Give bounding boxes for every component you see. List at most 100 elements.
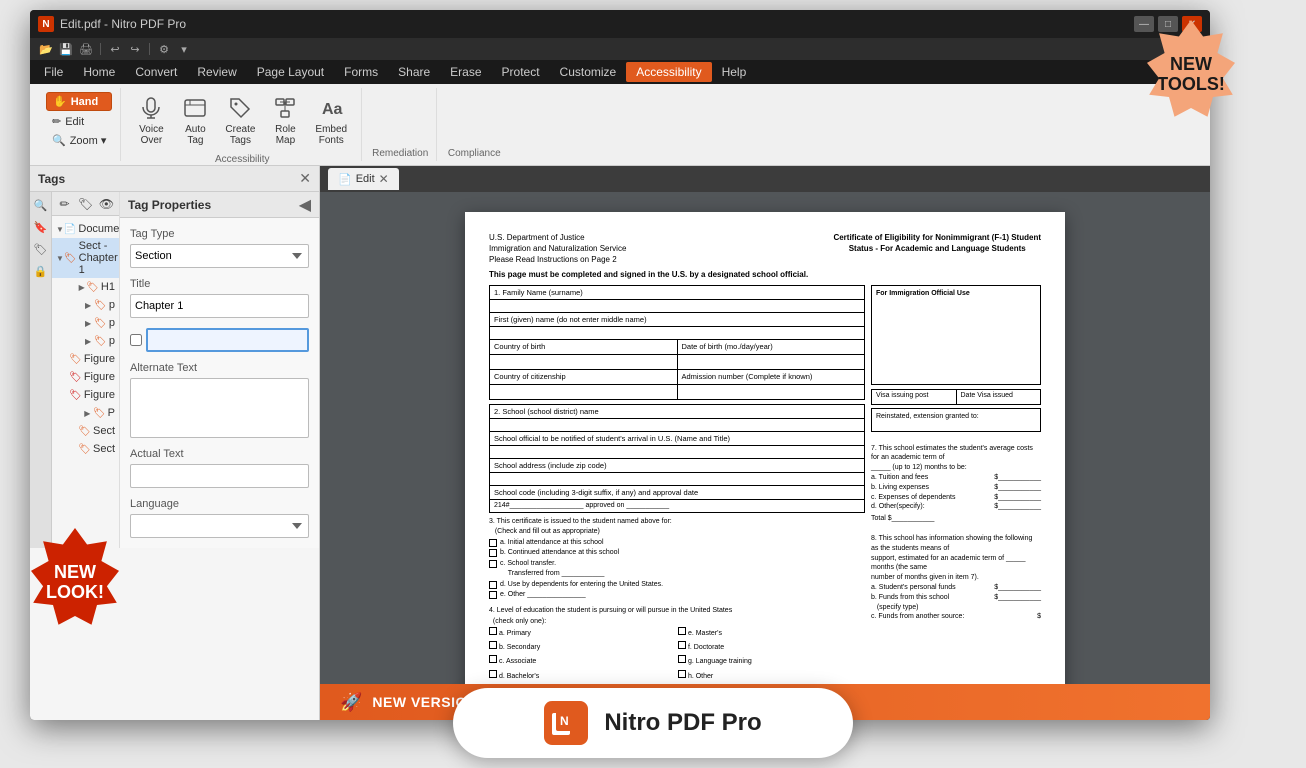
pdf-s8-a: a. Student's personal funds$___________ bbox=[871, 583, 1041, 593]
tree-item-figure3[interactable]: 🏷 Figure bbox=[52, 386, 119, 404]
auto-tag-button[interactable]: AutoTag bbox=[175, 90, 215, 150]
qa-separator-2 bbox=[149, 43, 150, 55]
minimize-button[interactable]: — bbox=[1134, 16, 1154, 32]
voice-over-button[interactable]: VoiceOver bbox=[131, 90, 171, 150]
pdf-header-row: U.S. Department of Justice Immigration a… bbox=[489, 232, 1041, 266]
role-map-icon bbox=[271, 94, 299, 122]
tree-label-figure2: Figure bbox=[84, 371, 115, 383]
tree-item-sect1[interactable]: 🏷 Sect bbox=[52, 422, 119, 440]
menu-convert[interactable]: Convert bbox=[125, 62, 187, 82]
tree-expand-document[interactable]: ▼ bbox=[56, 223, 64, 235]
tag-type-select[interactable]: Section Paragraph Heading Figure bbox=[130, 244, 309, 268]
tags-tool-tag[interactable]: 🏷 bbox=[77, 195, 94, 213]
sidebar-tag-button[interactable]: 🏷 bbox=[32, 240, 50, 258]
pdf-s3-d: d. Use by dependents for entering the Un… bbox=[489, 580, 865, 591]
tree-item-figure2[interactable]: 🏷 Figure bbox=[52, 368, 119, 386]
menu-share[interactable]: Share bbox=[388, 62, 440, 82]
pdf-content[interactable]: U.S. Department of Justice Immigration a… bbox=[320, 192, 1210, 684]
edit-button[interactable]: ✏ Edit bbox=[46, 113, 112, 130]
maximize-button[interactable]: □ bbox=[1158, 16, 1178, 32]
tags-tool-eye[interactable]: 👁 bbox=[98, 195, 115, 213]
menu-home[interactable]: Home bbox=[73, 62, 125, 82]
tree-expand-p1[interactable]: ▶ bbox=[82, 299, 93, 311]
menu-customize[interactable]: Customize bbox=[550, 62, 627, 82]
pdf-admission-label: Admission number (Complete if known) bbox=[678, 370, 865, 384]
pdf-reinstated-box: Reinstated, extension granted to: bbox=[871, 408, 1041, 432]
props-back-button[interactable]: ◀ bbox=[299, 195, 311, 215]
menu-page-layout[interactable]: Page Layout bbox=[247, 62, 334, 82]
tree-item-sect2[interactable]: 🏷 Sect bbox=[52, 440, 119, 458]
pdf-page: U.S. Department of Justice Immigration a… bbox=[465, 212, 1065, 684]
role-map-button[interactable]: RoleMap bbox=[265, 90, 305, 150]
sidebar-magnify-button[interactable]: 🔍 bbox=[32, 196, 50, 214]
tree-item-p4[interactable]: ▶ 🏷 P bbox=[52, 404, 119, 422]
pdf-citizenship-label: Country of citizenship bbox=[490, 370, 678, 384]
tree-item-figure1[interactable]: 🏷 Figure bbox=[52, 350, 119, 368]
tree-item-h1[interactable]: ▶ 🏷 H1 bbox=[52, 278, 119, 296]
alt-text-textarea[interactable] bbox=[130, 378, 309, 438]
qa-more-button[interactable]: ▾ bbox=[176, 41, 192, 57]
pdf-tab-close[interactable]: ✕ bbox=[379, 172, 389, 186]
menu-protect[interactable]: Protect bbox=[492, 62, 550, 82]
tree-expand-h1[interactable]: ▶ bbox=[77, 281, 86, 293]
ribbon-accessibility-buttons: VoiceOver AutoTag CreateTags bbox=[131, 90, 353, 150]
pdf-dob-val bbox=[678, 355, 865, 369]
tags-tool-pencil[interactable]: ✏ bbox=[56, 195, 73, 213]
hand-button[interactable]: ✋ Hand bbox=[46, 92, 112, 111]
embed-fonts-button[interactable]: Aa EmbedFonts bbox=[309, 90, 353, 150]
pdf-s3-b: b. Continued attendance at this school bbox=[489, 548, 865, 559]
actual-text-label: Actual Text bbox=[130, 448, 309, 460]
tree-label-sect1: Sect bbox=[93, 425, 115, 437]
menu-forms[interactable]: Forms bbox=[334, 62, 388, 82]
qa-undo-button[interactable]: ↩ bbox=[107, 41, 123, 57]
left-sidebar: 🔍 🔖 🏷 🔒 bbox=[30, 192, 52, 548]
tree-label-document: Document bbox=[78, 223, 119, 235]
prop-checkbox[interactable] bbox=[130, 334, 142, 346]
pdf-header-dept: U.S. Department of Justice bbox=[489, 232, 626, 243]
ribbon-hand-group: ✋ Hand ✏ Edit 🔍 Zoom ▾ bbox=[38, 88, 121, 161]
tree-expand-p2[interactable]: ▶ bbox=[82, 317, 93, 329]
menu-accessibility[interactable]: Accessibility bbox=[626, 62, 711, 82]
tree-expand-sect[interactable]: ▼ bbox=[56, 252, 64, 264]
tree-label-p2: p bbox=[109, 317, 115, 329]
tree-item-p1[interactable]: ▶ 🏷 p bbox=[52, 296, 119, 314]
tags-close-button[interactable]: ✕ bbox=[299, 170, 311, 187]
id-input[interactable] bbox=[146, 328, 309, 352]
language-select[interactable]: English Spanish French bbox=[130, 514, 309, 538]
pdf-row-birth: Country of birth Date of birth (mo./day/… bbox=[489, 339, 865, 355]
tree-item-p3[interactable]: ▶ 🏷 p bbox=[52, 332, 119, 350]
qa-save-button[interactable]: 💾 bbox=[58, 41, 74, 57]
menu-help[interactable]: Help bbox=[712, 62, 757, 82]
pdf-s4-g: g. Language training bbox=[678, 655, 865, 667]
menu-review[interactable]: Review bbox=[187, 62, 246, 82]
menu-erase[interactable]: Erase bbox=[440, 62, 491, 82]
pdf-s4-f: f. Doctorate bbox=[678, 641, 865, 653]
pdf-tab-edit[interactable]: 📄 Edit ✕ bbox=[328, 168, 399, 190]
tree-expand-p3[interactable]: ▶ bbox=[82, 335, 93, 347]
pdf-s3-e: e. Other _______________ bbox=[489, 590, 865, 601]
title-input[interactable] bbox=[130, 294, 309, 318]
p1-icon: 🏷 bbox=[94, 298, 107, 312]
qa-redo-button[interactable]: ↪ bbox=[127, 41, 143, 57]
props-title: Tag Properties bbox=[128, 198, 211, 212]
pdf-s4-grid: a. Primary e. Master's b. Secondary f. D… bbox=[489, 627, 865, 682]
create-tags-button[interactable]: CreateTags bbox=[219, 90, 261, 150]
sidebar-bookmark-button[interactable]: 🔖 bbox=[32, 218, 50, 236]
sidebar-lock-button[interactable]: 🔒 bbox=[32, 262, 50, 280]
pdf-address-val bbox=[489, 472, 865, 486]
actual-text-input[interactable] bbox=[130, 464, 309, 488]
qa-settings-button[interactable]: ⚙ bbox=[156, 41, 172, 57]
qa-print-button[interactable]: 🖨 bbox=[78, 41, 94, 57]
tags-tree[interactable]: ▼ 📄 Document ▼ 🏷 Sect - Chapter 1 bbox=[52, 216, 119, 548]
tree-item-p2[interactable]: ▶ 🏷 p bbox=[52, 314, 119, 332]
zoom-button[interactable]: 🔍 Zoom ▾ bbox=[46, 132, 112, 149]
tree-item-document[interactable]: ▼ 📄 Document bbox=[52, 220, 119, 238]
tree-label-h1: H1 bbox=[101, 281, 115, 293]
pdf-country-birth-val bbox=[490, 355, 678, 369]
pdf-s7-header: 7. This school estimates the student's a… bbox=[871, 444, 1041, 473]
tree-item-sect-chapter1[interactable]: ▼ 🏷 Sect - Chapter 1 bbox=[52, 238, 119, 278]
menu-file[interactable]: File bbox=[34, 62, 73, 82]
qa-open-button[interactable]: 📂 bbox=[38, 41, 54, 57]
sect1-icon: 🏷 bbox=[78, 424, 91, 438]
tree-expand-p4[interactable]: ▶ bbox=[82, 407, 93, 419]
